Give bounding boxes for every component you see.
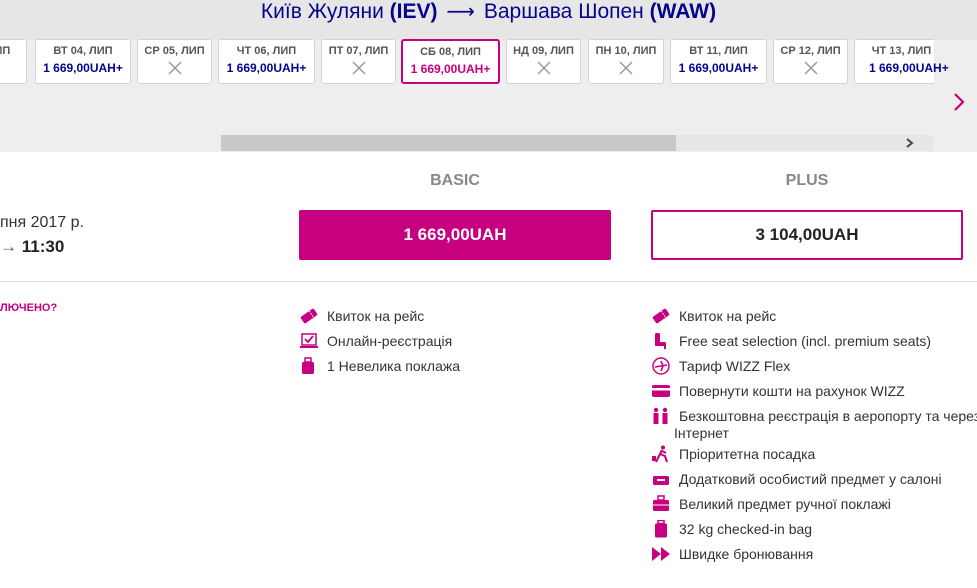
feature-text: Тариф WIZZ Flex [679, 358, 791, 374]
feature-text: Додатковий особистий предмет у салоні [679, 471, 942, 487]
date-card[interactable]: ПН 10, ЛИП [588, 39, 664, 84]
dates-scrollbar-thumb[interactable] [221, 135, 676, 151]
date-label: ЧТ 13, ЛИП [871, 45, 932, 57]
ticket-icon [300, 308, 318, 324]
date-price: 1 669,00UAH+ [678, 61, 759, 75]
date-label: ВТ 04, ЛИП [53, 45, 113, 57]
card-refund-icon [652, 385, 670, 397]
date-card[interactable]: НД 09, ЛИП [506, 39, 581, 84]
unavailable-x-icon [619, 61, 633, 75]
arrival-time: 11:30 [21, 237, 65, 256]
date-price: 1 669,00UAH+ [43, 61, 123, 75]
feature-text: 32 kg checked-in bag [679, 521, 813, 537]
seat-icon [655, 333, 666, 349]
feature-text: Повернути кошти на рахунок WIZZ [679, 383, 905, 399]
date-card[interactable]: ПТ 07, ЛИП [321, 39, 396, 84]
select-basic-button[interactable]: 1 669,00UAH [299, 210, 611, 260]
feature-text-wrap: Інтернет [674, 425, 729, 441]
plane-flex-icon [652, 357, 670, 375]
feature-text: Безкоштовна реєстрація в аеропорту та че… [679, 408, 977, 424]
divider [0, 281, 977, 282]
feature-text: 1 Невелика поклажа [327, 358, 461, 374]
date-price: 1 669,00UAH+ [410, 62, 491, 76]
personal-item-icon [653, 476, 669, 485]
date-label: ВТ 11, ЛИП [689, 45, 748, 57]
date-label: СР 05, ЛИП [144, 45, 205, 57]
scroll-right-chevron-icon[interactable] [904, 138, 916, 148]
date-label: ПН 10, ЛИП [595, 45, 657, 57]
date-label: ПТ 07, ЛИП [328, 45, 389, 57]
feature-text: Швидке бронювання [679, 546, 814, 562]
date-card[interactable]: ВТ 04, ЛИП 1 669,00UAH+ [35, 39, 131, 84]
select-plus-button[interactable]: 3 104,00UAH [651, 210, 963, 260]
unavailable-x-icon [536, 61, 551, 75]
destination-city: Варшава Шопен [483, 0, 644, 23]
date-card[interactable]: ВТ 11, ЛИП 1 669,00UAH+ [670, 39, 767, 84]
whats-included-link[interactable]: ЛЮЧЕНО? [0, 302, 57, 314]
date-label: СР 12, ЛИП [780, 45, 841, 57]
flight-time: → 11:30 [0, 237, 64, 257]
route-arrow-icon: ⟶ [446, 1, 476, 23]
feature-text: Великий предмет ручної поклажі [679, 496, 891, 512]
date-card[interactable]: ЧТ 13, ЛИП 1 669,00UAH+ [854, 39, 949, 84]
unavailable-x-icon [351, 61, 366, 75]
flight-date: пня 2017 р. [0, 214, 84, 231]
date-card-selected[interactable]: СБ 08, ЛИП 1 669,00UAH+ [401, 39, 500, 84]
origin-code: (IEV) [389, 0, 438, 23]
date-card[interactable]: ЧТ 06, ЛИП 1 669,00UAH+ [218, 39, 315, 84]
tier-title-plus: PLUS [785, 172, 829, 189]
fast-forward-icon [652, 547, 670, 561]
date-label: СБ 08, ЛИП [420, 46, 481, 58]
checked-bag-icon [655, 520, 667, 538]
tier-title-basic: BASIC [430, 172, 480, 189]
date-label: НД 09, ЛИП [513, 45, 574, 57]
feature-text: Free seat selection (incl. premium seats… [679, 333, 932, 349]
feature-text: Пріоритетна посадка [679, 446, 816, 462]
time-arrow: → [0, 237, 17, 256]
unavailable-x-icon [167, 61, 182, 75]
feature-text: Онлайн-реєстрація [327, 333, 453, 349]
route-title: Київ Жуляни (IEV) ⟶ Варшава Шопен (WAW) [0, 0, 977, 24]
date-label: ЧТ 06, ЛИП [236, 45, 297, 57]
people-checkin-icon [653, 407, 668, 424]
date-label: ЛИП [0, 45, 11, 57]
priority-boarding-icon [652, 445, 668, 463]
next-dates-chevron-icon[interactable] [950, 91, 968, 113]
feature-text: Квиток на рейс [679, 308, 777, 324]
cabin-bag-icon [653, 495, 669, 511]
ticket-icon [652, 308, 670, 324]
origin-city: Київ Жуляни [260, 0, 384, 23]
small-bag-icon [302, 357, 314, 374]
online-checkin-icon [300, 333, 318, 348]
date-price: 1 669,00UAH+ [869, 61, 949, 75]
date-price: 1 669,00UAH+ [226, 61, 307, 75]
destination-code: (WAW) [649, 0, 717, 23]
date-card[interactable]: СР 05, ЛИП [137, 39, 212, 84]
date-card[interactable]: ЛИП [0, 39, 27, 84]
unavailable-x-icon [803, 61, 818, 75]
feature-text: Квиток на рейс [327, 308, 425, 324]
date-card[interactable]: СР 12, ЛИП [773, 39, 848, 84]
